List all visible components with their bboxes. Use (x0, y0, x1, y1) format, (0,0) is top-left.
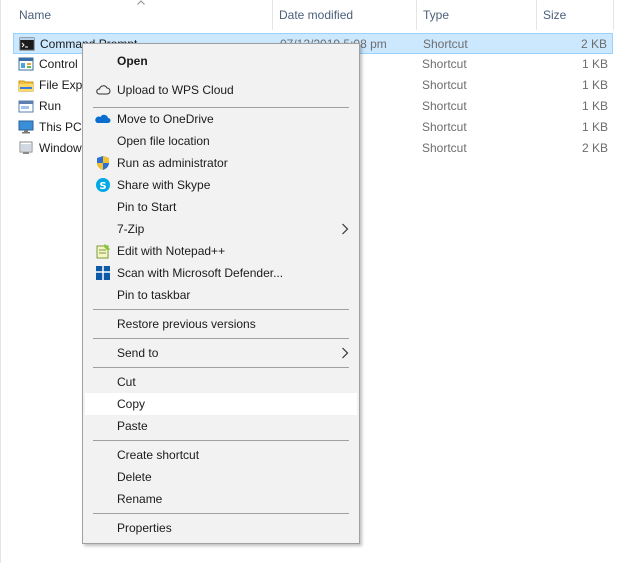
column-header-row: Name Date modified Type Size (0, 0, 633, 30)
svg-text:S: S (99, 181, 106, 192)
menu-item-label: Send to (117, 346, 159, 360)
file-size: 2 KB (580, 37, 607, 51)
menu-item-properties[interactable]: Properties (85, 517, 357, 539)
onedrive-icon (95, 114, 111, 123)
file-size: 1 KB (581, 78, 608, 92)
menu-item-label: 7-Zip (117, 222, 145, 236)
microsoft-defender-icon (96, 266, 110, 280)
file-size: 2 KB (581, 141, 608, 155)
menu-item-send-to[interactable]: Send to (85, 342, 357, 364)
cloud-icon (96, 85, 111, 95)
menu-item-label: Upload to WPS Cloud (117, 83, 234, 97)
file-size: 1 KB (581, 120, 608, 134)
menu-item-7-zip[interactable]: 7-Zip (85, 218, 357, 240)
file-type: Shortcut (422, 78, 467, 92)
file-type: Shortcut (422, 120, 467, 134)
context-menu: Open Upload to WPS Cloud Move to OneDriv… (82, 43, 360, 544)
windows-icon (19, 141, 33, 154)
file-name: This PC (39, 120, 82, 134)
file-size: 1 KB (581, 57, 608, 71)
menu-item-label: Open file location (117, 134, 210, 148)
menu-item-cut[interactable]: Cut (85, 371, 357, 393)
menu-item-label: Edit with Notepad++ (117, 244, 226, 258)
uac-shield-icon (97, 156, 109, 170)
menu-item-label: Move to OneDrive (117, 112, 214, 126)
file-name: Run (39, 99, 62, 113)
column-divider[interactable] (613, 0, 614, 30)
menu-item-label: Copy (117, 397, 146, 411)
menu-separator (93, 513, 349, 514)
file-name: Window (39, 141, 82, 155)
menu-item-delete[interactable]: Delete (85, 466, 357, 488)
menu-item-edit-with-notepad-plus-plus[interactable]: Edit with Notepad++ (85, 240, 357, 262)
sort-ascending-icon (137, 0, 145, 5)
menu-item-scan-with-microsoft-defender[interactable]: Scan with Microsoft Defender... (85, 262, 357, 284)
menu-item-label: Delete (117, 470, 152, 484)
column-header-size[interactable]: Size (537, 0, 613, 30)
column-header-type[interactable]: Type (417, 0, 536, 30)
skype-icon: S (96, 178, 110, 192)
menu-item-label: Scan with Microsoft Defender... (117, 266, 284, 280)
menu-item-pin-to-taskbar[interactable]: Pin to taskbar (85, 284, 357, 306)
file-type: Shortcut (422, 99, 467, 113)
menu-item-label: Run as administrator (117, 156, 228, 170)
menu-item-rename[interactable]: Rename (85, 488, 357, 510)
menu-item-label: Cut (117, 375, 136, 389)
menu-separator (93, 338, 349, 339)
chevron-right-icon (342, 223, 349, 235)
menu-item-copy[interactable]: Copy (85, 393, 357, 415)
file-type: Shortcut (422, 57, 467, 71)
menu-item-label: Create shortcut (117, 448, 200, 462)
file-name: File Expl (39, 78, 86, 92)
menu-item-run-as-administrator[interactable]: Run as administrator (85, 152, 357, 174)
run-icon (18, 100, 34, 113)
menu-item-label: Pin to Start (117, 200, 177, 214)
menu-separator (93, 309, 349, 310)
menu-item-restore-previous-versions[interactable]: Restore previous versions (85, 313, 357, 335)
this-pc-icon (18, 120, 34, 134)
menu-item-pin-to-start[interactable]: Pin to Start (85, 196, 357, 218)
menu-item-label: Pin to taskbar (117, 288, 191, 302)
menu-item-upload-wps-cloud[interactable]: Upload to WPS Cloud (85, 79, 357, 101)
menu-item-share-with-skype[interactable]: S Share with Skype (85, 174, 357, 196)
file-type: Shortcut (423, 37, 468, 51)
menu-separator (93, 367, 349, 368)
file-type: Shortcut (422, 141, 467, 155)
window-edge (0, 0, 1, 563)
file-explorer-icon (18, 80, 34, 92)
menu-item-label: Restore previous versions (117, 317, 256, 331)
file-size: 1 KB (581, 99, 608, 113)
menu-item-create-shortcut[interactable]: Create shortcut (85, 444, 357, 466)
chevron-right-icon (342, 347, 349, 359)
menu-item-label: Rename (117, 492, 163, 506)
menu-item-move-to-onedrive[interactable]: Move to OneDrive (85, 108, 357, 130)
menu-item-label: Share with Skype (117, 178, 211, 192)
menu-item-label: Open (117, 54, 148, 68)
menu-item-open[interactable]: Open (85, 50, 357, 72)
menu-item-label: Paste (117, 419, 148, 433)
control-panel-icon (18, 57, 34, 71)
file-name: Control (39, 57, 78, 71)
column-header-date-modified[interactable]: Date modified (273, 0, 416, 30)
notepad-plus-plus-icon (96, 244, 110, 259)
command-prompt-icon (19, 37, 35, 51)
menu-item-open-file-location[interactable]: Open file location (85, 130, 357, 152)
menu-item-label: Properties (117, 521, 172, 535)
menu-separator (93, 440, 349, 441)
menu-item-paste[interactable]: Paste (85, 415, 357, 437)
